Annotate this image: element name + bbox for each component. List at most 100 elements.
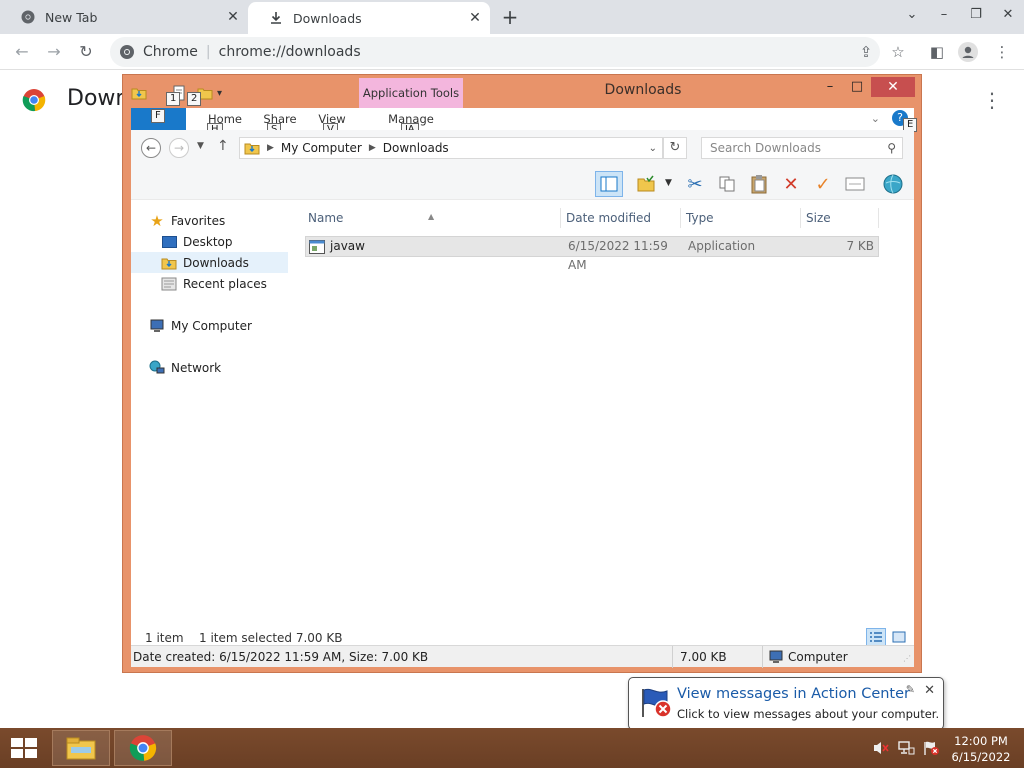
action-center-tray-icon[interactable]: [922, 740, 940, 756]
tab-label: New Tab: [45, 9, 98, 25]
recent-places-icon: [161, 276, 177, 292]
table-row[interactable]: javaw 6/15/2022 11:59 AM Application 7 K…: [305, 236, 879, 272]
close-window-button[interactable]: ✕: [992, 0, 1024, 28]
status-location: Computer: [768, 650, 848, 664]
date-created-info: Date created: 6/15/2022 11:59 AM, Size: …: [133, 650, 429, 664]
notification-title[interactable]: View messages in Action Center: [677, 686, 910, 702]
qat-dropdown-icon[interactable]: ▾: [217, 88, 222, 99]
paste-icon[interactable]: [745, 171, 773, 197]
nav-favorites[interactable]: ★ Favorites: [149, 210, 225, 231]
application-file-icon: [309, 239, 325, 254]
breadcrumb-separator-icon[interactable]: ▶: [267, 143, 274, 153]
address-dropdown-icon[interactable]: ⌄: [649, 143, 657, 154]
keytip-qat-1: 1: [166, 92, 181, 106]
computer-icon: [769, 650, 783, 663]
nav-desktop[interactable]: Desktop: [161, 231, 233, 252]
keytip-file: F: [151, 109, 165, 123]
globe-icon[interactable]: [879, 171, 907, 197]
folder-download-icon[interactable]: [131, 85, 147, 101]
share-icon[interactable]: ⇪: [856, 42, 876, 62]
file-explorer-icon: [66, 737, 96, 760]
profile-avatar-icon[interactable]: [958, 42, 978, 62]
recent-locations-icon[interactable]: ▼: [197, 141, 204, 151]
minimize-button[interactable]: –: [928, 0, 960, 28]
tab-downloads[interactable]: Downloads ✕: [248, 2, 490, 34]
pin-icon[interactable]: ✎: [906, 683, 915, 696]
clock-time: 12:00 PM: [954, 734, 1008, 748]
delete-icon[interactable]: ✕: [777, 171, 805, 197]
forward-arrow-icon[interactable]: →: [44, 42, 64, 62]
tab-close-icon[interactable]: ✕: [468, 11, 482, 25]
sort-ascending-icon: ▲: [428, 212, 435, 221]
side-panel-icon[interactable]: ◧: [927, 42, 947, 62]
cut-icon[interactable]: ✂: [681, 171, 709, 197]
taskbar-file-explorer[interactable]: [52, 730, 110, 766]
column-header-name[interactable]: Name ▲: [303, 208, 561, 228]
back-button[interactable]: ←: [141, 138, 161, 158]
column-header-date[interactable]: Date modified: [561, 208, 681, 228]
column-header-size[interactable]: Size: [801, 208, 879, 228]
tab-new-tab[interactable]: New Tab ✕: [0, 0, 248, 34]
action-center-notification[interactable]: View messages in Action Center Click to …: [628, 677, 944, 730]
preview-pane-icon[interactable]: [595, 171, 623, 197]
forward-button[interactable]: →: [169, 138, 189, 158]
star-icon: ★: [150, 211, 164, 230]
details-view-icon[interactable]: [866, 628, 886, 646]
application-tools-tab-group: Application Tools: [359, 78, 463, 108]
breadcrumb-downloads[interactable]: Downloads: [383, 141, 449, 155]
system-clock[interactable]: 12:00 PM 6/15/2022: [944, 733, 1018, 765]
copy-icon[interactable]: [713, 171, 741, 197]
tab-search-chevron-icon[interactable]: ⌄: [896, 0, 928, 28]
rename-check-icon[interactable]: ✓: [809, 171, 837, 197]
action-center-flag-icon: [642, 688, 672, 718]
network-tray-icon[interactable]: [897, 740, 915, 756]
command-bar: ▼ ✂ ✕ ✓: [131, 168, 914, 200]
large-icons-view-icon[interactable]: [889, 628, 909, 646]
nav-network[interactable]: Network: [149, 357, 221, 378]
downloads-folder-icon: [161, 255, 177, 271]
breadcrumb-separator-icon[interactable]: ▶: [369, 143, 376, 153]
nav-label: Recent places: [183, 276, 267, 291]
notification-close-button[interactable]: ✕: [924, 683, 935, 698]
tab-label: Downloads: [293, 10, 362, 26]
refresh-icon[interactable]: ↻: [663, 137, 687, 159]
status-divider: [672, 646, 673, 668]
item-count: 1 item: [145, 631, 184, 645]
nav-downloads[interactable]: Downloads: [131, 252, 288, 273]
nav-my-computer[interactable]: My Computer: [149, 315, 252, 336]
restore-button[interactable]: ❐: [960, 0, 992, 28]
volume-muted-icon[interactable]: [872, 740, 890, 756]
breadcrumb-my-computer[interactable]: My Computer: [281, 141, 362, 155]
navigation-pane: ★ Favorites Desktop Downloads Recent pla…: [131, 200, 291, 630]
bookmark-star-icon[interactable]: ☆: [888, 42, 908, 62]
select-dropdown-icon[interactable]: ▼: [665, 178, 672, 188]
explorer-window: ▾ 1 2 Application Tools Downloads – □ ✕ …: [122, 74, 922, 673]
explorer-address-bar[interactable]: ▶ My Computer ▶ Downloads ⌄: [239, 137, 663, 159]
explorer-maximize-button[interactable]: □: [846, 77, 868, 97]
resize-grip-icon[interactable]: ⋰: [903, 654, 911, 663]
computer-icon: [149, 318, 165, 334]
explorer-minimize-button[interactable]: –: [819, 77, 841, 97]
selection-info: 1 item selected 7.00 KB: [199, 631, 343, 645]
back-arrow-icon[interactable]: ←: [12, 42, 32, 62]
ribbon-expand-chevron-icon[interactable]: ⌄: [871, 112, 880, 125]
details-status-bar: Date created: 6/15/2022 11:59 AM, Size: …: [131, 645, 914, 668]
network-icon: [149, 360, 165, 376]
up-arrow-icon[interactable]: ↑: [217, 138, 229, 154]
nav-recent-places[interactable]: Recent places: [161, 273, 267, 294]
chrome-menu-icon[interactable]: ⋮: [992, 42, 1012, 62]
windows-start-icon[interactable]: [10, 737, 38, 759]
properties-dialog-icon[interactable]: [841, 171, 869, 197]
new-tab-button[interactable]: +: [500, 7, 520, 27]
address-bar[interactable]: Chrome | chrome://downloads: [110, 37, 880, 67]
tab-close-icon[interactable]: ✕: [226, 10, 240, 24]
column-header-type[interactable]: Type: [681, 208, 801, 228]
select-folder-icon[interactable]: [633, 171, 661, 197]
taskbar-chrome[interactable]: [114, 730, 172, 766]
search-input[interactable]: Search Downloads ⚲: [701, 137, 903, 159]
explorer-close-button[interactable]: ✕: [871, 77, 915, 97]
reload-icon[interactable]: ↻: [76, 42, 96, 62]
page-more-icon[interactable]: ⋮: [982, 88, 1002, 112]
file-list: Name ▲ Date modified Type Size javaw 6/1…: [303, 200, 911, 630]
desktop-icon: [161, 234, 177, 250]
